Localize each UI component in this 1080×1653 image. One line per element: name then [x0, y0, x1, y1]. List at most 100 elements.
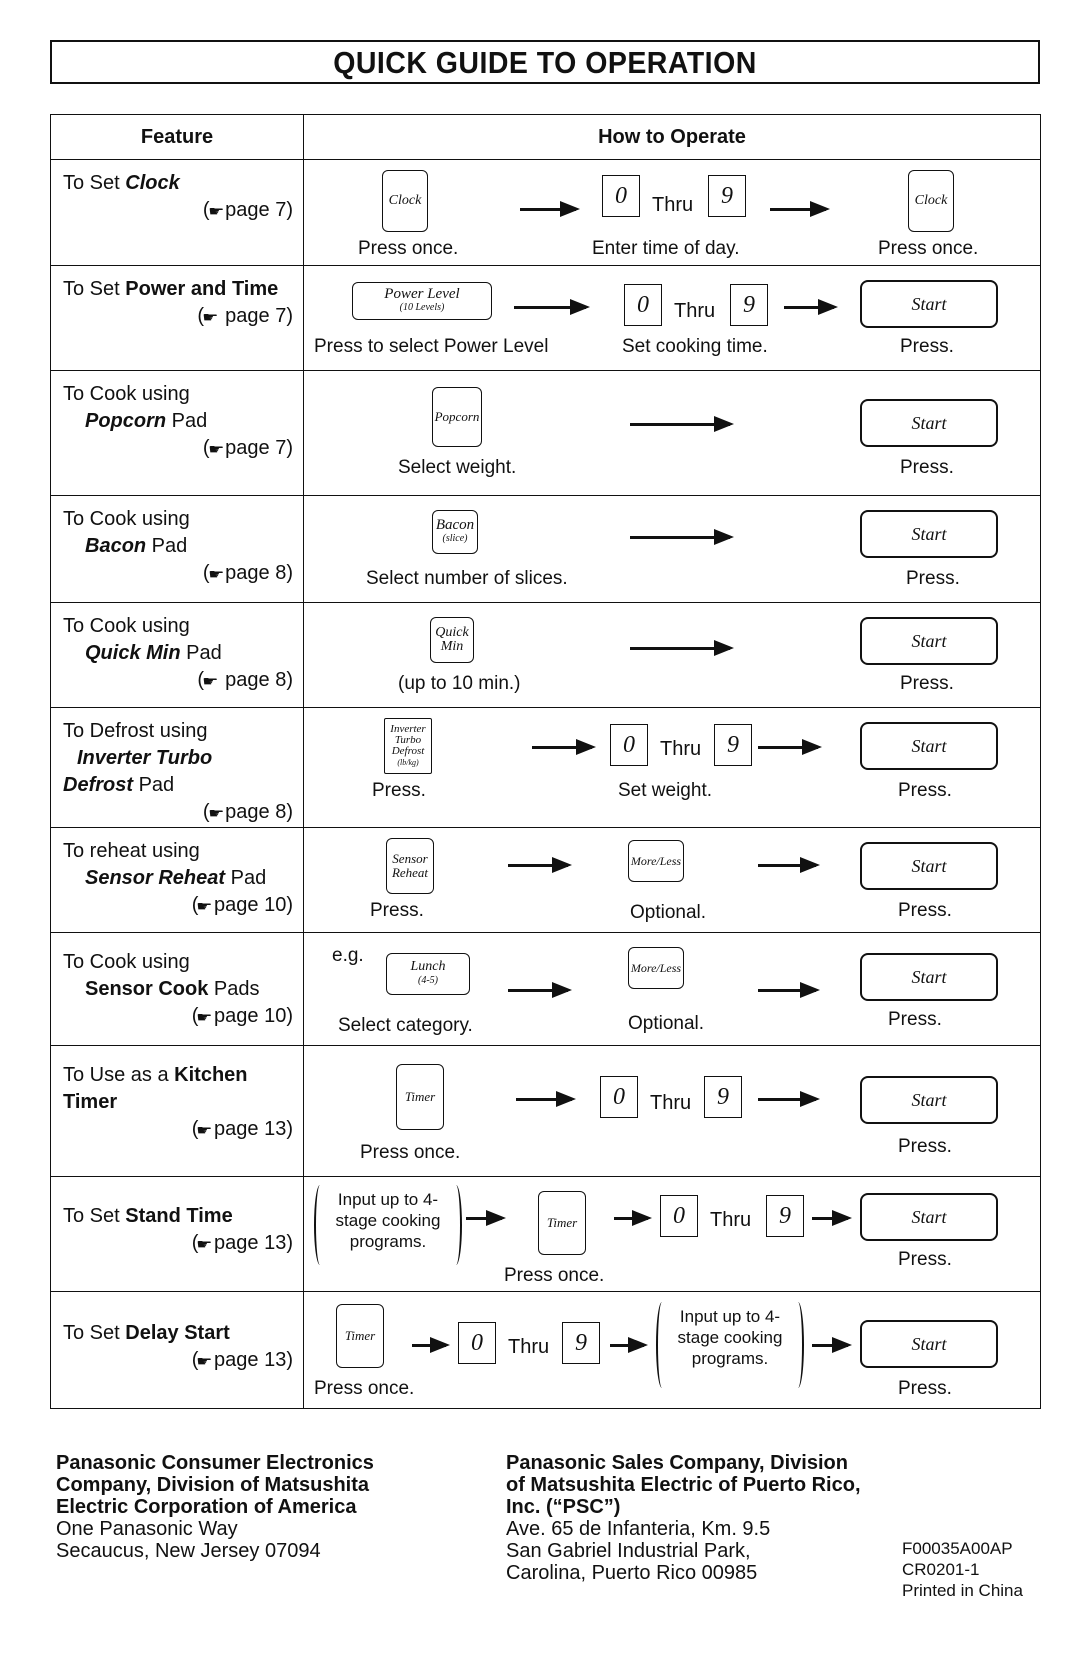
- digit-9-pad[interactable]: 9: [562, 1322, 600, 1364]
- pointing-hand-icon: ☛: [207, 441, 225, 457]
- step-label: Press once.: [314, 1378, 415, 1399]
- feature-name: Sensor Cook: [85, 978, 209, 1000]
- arrow-icon: [630, 529, 734, 545]
- start-button[interactable]: Start: [860, 617, 998, 665]
- feature-name: Quick Min: [85, 642, 181, 664]
- table-row: To Use as a Kitchen Timer (☛page 13) Tim…: [50, 1045, 1041, 1177]
- step-label: Press.: [898, 900, 952, 921]
- feature-name: Clock: [125, 172, 180, 194]
- feature-cell: To reheat using Sensor Reheat Pad (☛page …: [51, 828, 303, 920]
- feature-name: Popcorn: [85, 410, 167, 432]
- bacon-pad[interactable]: Bacon (slice): [432, 510, 478, 554]
- table-row: To Cook using Popcorn Pad (☛page 7) Popco…: [50, 370, 1041, 496]
- arrow-icon: [758, 857, 820, 873]
- digit-0-pad[interactable]: 0: [610, 724, 648, 766]
- table-row: To Set Power and Time (☛ page 7) Power L…: [50, 265, 1041, 371]
- more-less-pad[interactable]: More/Less: [628, 947, 684, 989]
- step-label: Press.: [900, 336, 954, 357]
- lunch-pad[interactable]: Lunch (4-5): [386, 953, 470, 995]
- feature-cell: To Cook using Bacon Pad (☛page 8): [51, 496, 303, 588]
- start-button[interactable]: Start: [860, 953, 998, 1001]
- page-reference: (☛page 7): [63, 197, 293, 225]
- timer-pad[interactable]: Timer: [336, 1304, 384, 1368]
- digit-0-pad[interactable]: 0: [624, 284, 662, 326]
- power-level-pad[interactable]: Power Level (10 Levels): [352, 282, 492, 320]
- step-label: Optional.: [630, 902, 707, 923]
- feature-cell: To Cook using Popcorn Pad (☛page 7): [51, 371, 303, 463]
- more-less-pad[interactable]: More/Less: [628, 840, 684, 882]
- digit-9-pad[interactable]: 9: [708, 175, 746, 217]
- page-reference: (☛ page 8): [63, 667, 293, 695]
- arrow-icon: [610, 1337, 648, 1353]
- pointing-hand-icon: ☛: [196, 898, 213, 914]
- page-reference: (☛page 10): [63, 1003, 293, 1031]
- digit-9-pad[interactable]: 9: [714, 724, 752, 766]
- sensor-reheat-pad[interactable]: Sensor Reheat: [386, 838, 434, 894]
- feature-cell: To Defrost using Inverter Turbo Defrost Pa…: [51, 708, 303, 827]
- feature-name: Inverter Turbo: [77, 747, 213, 769]
- pointing-hand-icon: ☛: [196, 1236, 213, 1252]
- start-button[interactable]: Start: [860, 1193, 998, 1241]
- table-row: To reheat using Sensor Reheat Pad (☛page …: [50, 827, 1041, 933]
- digit-0-pad[interactable]: 0: [660, 1195, 698, 1237]
- digit-0-pad[interactable]: 0: [458, 1322, 496, 1364]
- digit-0-pad[interactable]: 0: [600, 1076, 638, 1118]
- start-button[interactable]: Start: [860, 510, 998, 558]
- table-row: To Set Delay Start (☛page 13) Timer Pres…: [50, 1291, 1041, 1409]
- digit-0-pad[interactable]: 0: [602, 175, 640, 217]
- page-reference: (☛ page 7): [63, 303, 293, 331]
- page-title: QUICK GUIDE TO OPERATION: [333, 45, 757, 80]
- arrow-icon: [758, 982, 820, 998]
- step-label: Set weight.: [618, 780, 712, 801]
- page-reference: (☛page 13): [63, 1230, 293, 1258]
- step-label: Press.: [898, 780, 952, 801]
- step-label: Press.: [372, 780, 426, 801]
- arrow-icon: [812, 1337, 852, 1353]
- start-button[interactable]: Start: [860, 280, 998, 328]
- quick-min-pad[interactable]: Quick Min: [430, 617, 474, 663]
- table-row: To Cook using Sensor Cook Pads (☛page 10)…: [50, 932, 1041, 1046]
- programs-note: Input up to 4-stage cooking programs.: [314, 1185, 462, 1265]
- step-label: Press.: [370, 900, 424, 921]
- arrow-icon: [758, 739, 822, 755]
- step-label: Press once.: [504, 1265, 605, 1286]
- step-label: Select number of slices.: [366, 568, 568, 589]
- table-header-row: Feature How to Operate: [50, 114, 1041, 160]
- step-label: Press.: [900, 673, 954, 694]
- pointing-hand-icon: ☛: [202, 309, 219, 325]
- step-label: Optional.: [628, 1013, 705, 1034]
- inverter-turbo-defrost-pad[interactable]: Inverter Turbo Defrost (lb/kg): [384, 718, 432, 774]
- clock-pad[interactable]: Clock: [382, 170, 428, 232]
- pointing-hand-icon: ☛: [196, 1122, 213, 1138]
- arrow-icon: [514, 299, 590, 315]
- start-button[interactable]: Start: [860, 722, 998, 770]
- step-label: Select weight.: [398, 457, 517, 478]
- clock-pad[interactable]: Clock: [908, 170, 954, 232]
- timer-pad[interactable]: Timer: [396, 1064, 444, 1130]
- pointing-hand-icon: ☛: [207, 203, 225, 219]
- start-button[interactable]: Start: [860, 1076, 998, 1124]
- digit-9-pad[interactable]: 9: [766, 1195, 804, 1237]
- thru-text: Thru: [660, 738, 702, 760]
- timer-pad[interactable]: Timer: [538, 1191, 586, 1255]
- arrow-icon: [784, 299, 838, 315]
- pointing-hand-icon: ☛: [196, 1009, 213, 1025]
- programs-note: Input up to 4-stage cooking programs.: [656, 1302, 804, 1388]
- arrow-icon: [412, 1337, 450, 1353]
- popcorn-pad[interactable]: Popcorn: [432, 387, 482, 447]
- pointing-hand-icon: ☛: [207, 805, 225, 821]
- start-button[interactable]: Start: [860, 399, 998, 447]
- feature-cell: To Set Delay Start (☛page 13): [51, 1292, 303, 1375]
- digit-9-pad[interactable]: 9: [730, 284, 768, 326]
- quick-guide-table: Feature How to Operate To Set Clock (☛pa…: [50, 114, 1041, 1409]
- digit-9-pad[interactable]: 9: [704, 1076, 742, 1118]
- header-how-to-operate: How to Operate: [303, 114, 1041, 160]
- feature-cell: To Cook using Sensor Cook Pads (☛page 10): [51, 933, 303, 1031]
- thru-text: Thru: [652, 194, 694, 216]
- step-label: (up to 10 min.): [398, 673, 521, 694]
- arrow-icon: [532, 739, 596, 755]
- start-button[interactable]: Start: [860, 1320, 998, 1368]
- pointing-hand-icon: ☛: [196, 1353, 213, 1369]
- arrow-icon: [516, 1091, 576, 1107]
- start-button[interactable]: Start: [860, 842, 998, 890]
